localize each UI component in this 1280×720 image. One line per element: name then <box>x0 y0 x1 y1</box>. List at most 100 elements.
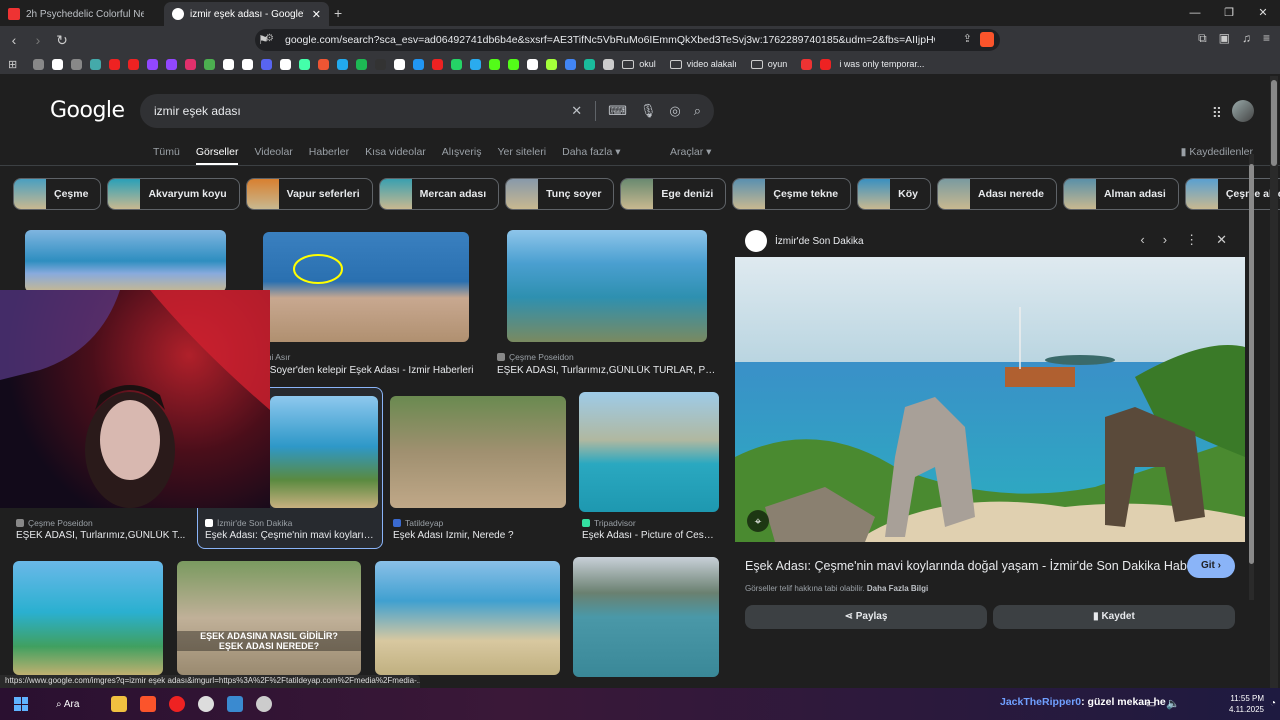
youtube-music-icon[interactable] <box>169 696 186 712</box>
bookmark-favicon-icon[interactable] <box>508 58 520 70</box>
bookmark-favicon-icon[interactable] <box>546 58 558 70</box>
result-image[interactable] <box>25 230 226 292</box>
obs-icon[interactable] <box>198 696 215 712</box>
result-image[interactable] <box>13 561 163 675</box>
related-chip[interactable]: Çeşme tekne <box>732 178 852 210</box>
tab-more[interactable]: Daha fazla ▾ <box>562 146 620 166</box>
google-apps-icon[interactable]: ⠿ <box>1212 105 1222 122</box>
bookmark-favicon-icon[interactable] <box>90 58 102 70</box>
google-logo[interactable]: Google <box>50 98 125 123</box>
network-icon[interactable]: ▭ <box>1146 697 1156 710</box>
address-bar[interactable]: ⚙ google.com/search?sca_esv=ad06492741db… <box>255 29 1000 51</box>
share-icon[interactable]: ⇪ <box>963 32 972 45</box>
result-image[interactable] <box>390 396 566 508</box>
panel-scrollbar[interactable] <box>1249 154 1254 600</box>
bookmark-icon[interactable] <box>801 58 813 70</box>
bookmark-favicon-icon[interactable] <box>261 58 273 70</box>
microphone-icon[interactable]: 🎙 <box>640 103 657 119</box>
related-chip[interactable]: Çeşme <box>13 178 102 210</box>
related-chip[interactable]: Vapur seferleri <box>245 178 373 210</box>
result-image[interactable] <box>270 396 378 508</box>
bookmark-folder-oyun[interactable]: oyun <box>750 59 787 69</box>
bookmark-favicon-icon[interactable] <box>147 58 159 70</box>
next-icon[interactable]: › <box>1163 232 1167 248</box>
scrollbar-thumb[interactable] <box>1249 164 1254 564</box>
bookmark-favicon-icon[interactable] <box>185 58 197 70</box>
page-scrollbar[interactable] <box>1270 76 1278 688</box>
forward-icon[interactable]: › <box>28 32 48 48</box>
result-image[interactable]: EŞEK ADASINA NASIL GİDİLİR? EŞEK ADASI NE… <box>177 561 361 675</box>
brave-shield-icon[interactable] <box>980 32 994 47</box>
bookmark-favicon-icon[interactable] <box>394 58 406 70</box>
result-title[interactable]: Eşek Adası: Çeşme'nin mavi koyların... <box>205 530 377 541</box>
bookmark-favicon-icon[interactable] <box>489 58 501 70</box>
bookmark-favicon-icon[interactable] <box>109 58 121 70</box>
search-input[interactable]: izmir eşek adası <box>154 104 571 118</box>
prev-icon[interactable]: ‹ <box>1140 232 1144 248</box>
bookmark-folder-video[interactable]: video alakalı <box>669 59 737 69</box>
bookmark-favicon-icon[interactable] <box>33 58 45 70</box>
tab-news[interactable]: Haberler <box>309 146 349 166</box>
back-icon[interactable]: ‹ <box>4 32 24 48</box>
settings-icon[interactable] <box>256 696 273 712</box>
search-icon[interactable]: ⌕ <box>694 103 701 119</box>
tab-places[interactable]: Yer siteleri <box>497 146 546 166</box>
related-chip[interactable]: Akvaryum koyu <box>107 178 240 210</box>
result-title[interactable]: EŞEK ADASI, Turlarımız,GÜNLÜK TURLAR, Po… <box>497 365 717 376</box>
taskbar-search[interactable]: ⌕ Ara <box>56 699 79 710</box>
result-image[interactable] <box>263 232 469 342</box>
bookmark-favicon-icon[interactable] <box>71 58 83 70</box>
brave-icon[interactable] <box>140 696 157 712</box>
close-icon[interactable]: ✕ <box>1216 232 1227 248</box>
bookmark-folder-okul[interactable]: okul <box>622 59 656 69</box>
bookmark-song[interactable]: i was only temporar... <box>820 58 924 70</box>
bookmark-favicon-icon[interactable] <box>299 58 311 70</box>
bookmark-favicon-icon[interactable] <box>337 58 349 70</box>
more-icon[interactable]: ⋮ <box>1185 232 1198 248</box>
bookmark-favicon-icon[interactable] <box>470 58 482 70</box>
preview-image[interactable]: ⌖ <box>735 257 1245 542</box>
lens-search-icon[interactable]: ⌖ <box>747 510 769 532</box>
apps-grid-icon[interactable]: ⊞ <box>8 58 17 71</box>
related-chip[interactable]: Köy <box>857 178 931 210</box>
related-chip[interactable]: Adası nerede <box>937 178 1057 210</box>
result-image[interactable] <box>375 561 560 675</box>
tab-images[interactable]: Görseller <box>195 146 239 166</box>
related-chip[interactable]: Ege denizi <box>620 178 727 210</box>
bookmark-favicon-icon[interactable] <box>52 58 64 70</box>
saved-link[interactable]: ▮ Kaydedilenler <box>1181 146 1253 158</box>
result-title[interactable]: Eşek Adası İzmir, Nerede ? <box>393 530 568 541</box>
minimize-icon[interactable]: — <box>1178 0 1212 26</box>
preview-title[interactable]: Eşek Adası: Çeşme'nin mavi koylarında do… <box>745 559 1198 573</box>
clear-icon[interactable]: ✕ <box>571 103 582 119</box>
tab-short-videos[interactable]: Kısa videolar <box>365 146 426 166</box>
close-window-icon[interactable]: ✕ <box>1246 0 1280 26</box>
bookmark-favicon-icon[interactable] <box>565 58 577 70</box>
related-chip[interactable]: Alman adasi <box>1062 178 1179 210</box>
more-info-link[interactable]: Daha Fazla Bilgi <box>867 584 928 593</box>
scrollbar-thumb[interactable] <box>1271 80 1277 166</box>
photos-icon[interactable] <box>227 696 244 712</box>
bookmark-favicon-icon[interactable] <box>318 58 330 70</box>
bookmark-favicon-icon[interactable] <box>413 58 425 70</box>
volume-icon[interactable]: 🔈 <box>1166 697 1180 710</box>
related-chip[interactable]: Mercan adası <box>378 178 500 210</box>
save-button[interactable]: ▮ Kaydet <box>993 605 1235 629</box>
bookmark-favicon-icon[interactable] <box>128 58 140 70</box>
share-button[interactable]: ⋖ Paylaş <box>745 605 987 629</box>
tab-all[interactable]: Tümü <box>153 146 180 166</box>
bookmark-favicon-icon[interactable] <box>166 58 178 70</box>
visit-button[interactable]: Git › <box>1187 554 1235 578</box>
windows-start-icon[interactable] <box>14 697 28 711</box>
restore-icon[interactable]: ❐ <box>1212 0 1246 26</box>
bookmark-favicon-icon[interactable] <box>584 58 596 70</box>
result-image[interactable] <box>573 557 719 677</box>
bookmark-favicon-icon[interactable] <box>242 58 254 70</box>
bookmark-favicon-icon[interactable] <box>603 58 615 70</box>
tab-background-video[interactable]: 2h Psychedelic Colorful Neon Backgr <box>0 2 152 26</box>
bookmark-favicon-icon[interactable] <box>527 58 539 70</box>
bookmark-favicon-icon[interactable] <box>223 58 235 70</box>
result-title[interactable]: Eşek Adası - Picture of Cesm... <box>582 530 717 541</box>
clock[interactable]: 11:55 PM 4.11.2025 <box>1229 693 1264 715</box>
media-icon[interactable]: ♫ <box>1242 31 1251 46</box>
